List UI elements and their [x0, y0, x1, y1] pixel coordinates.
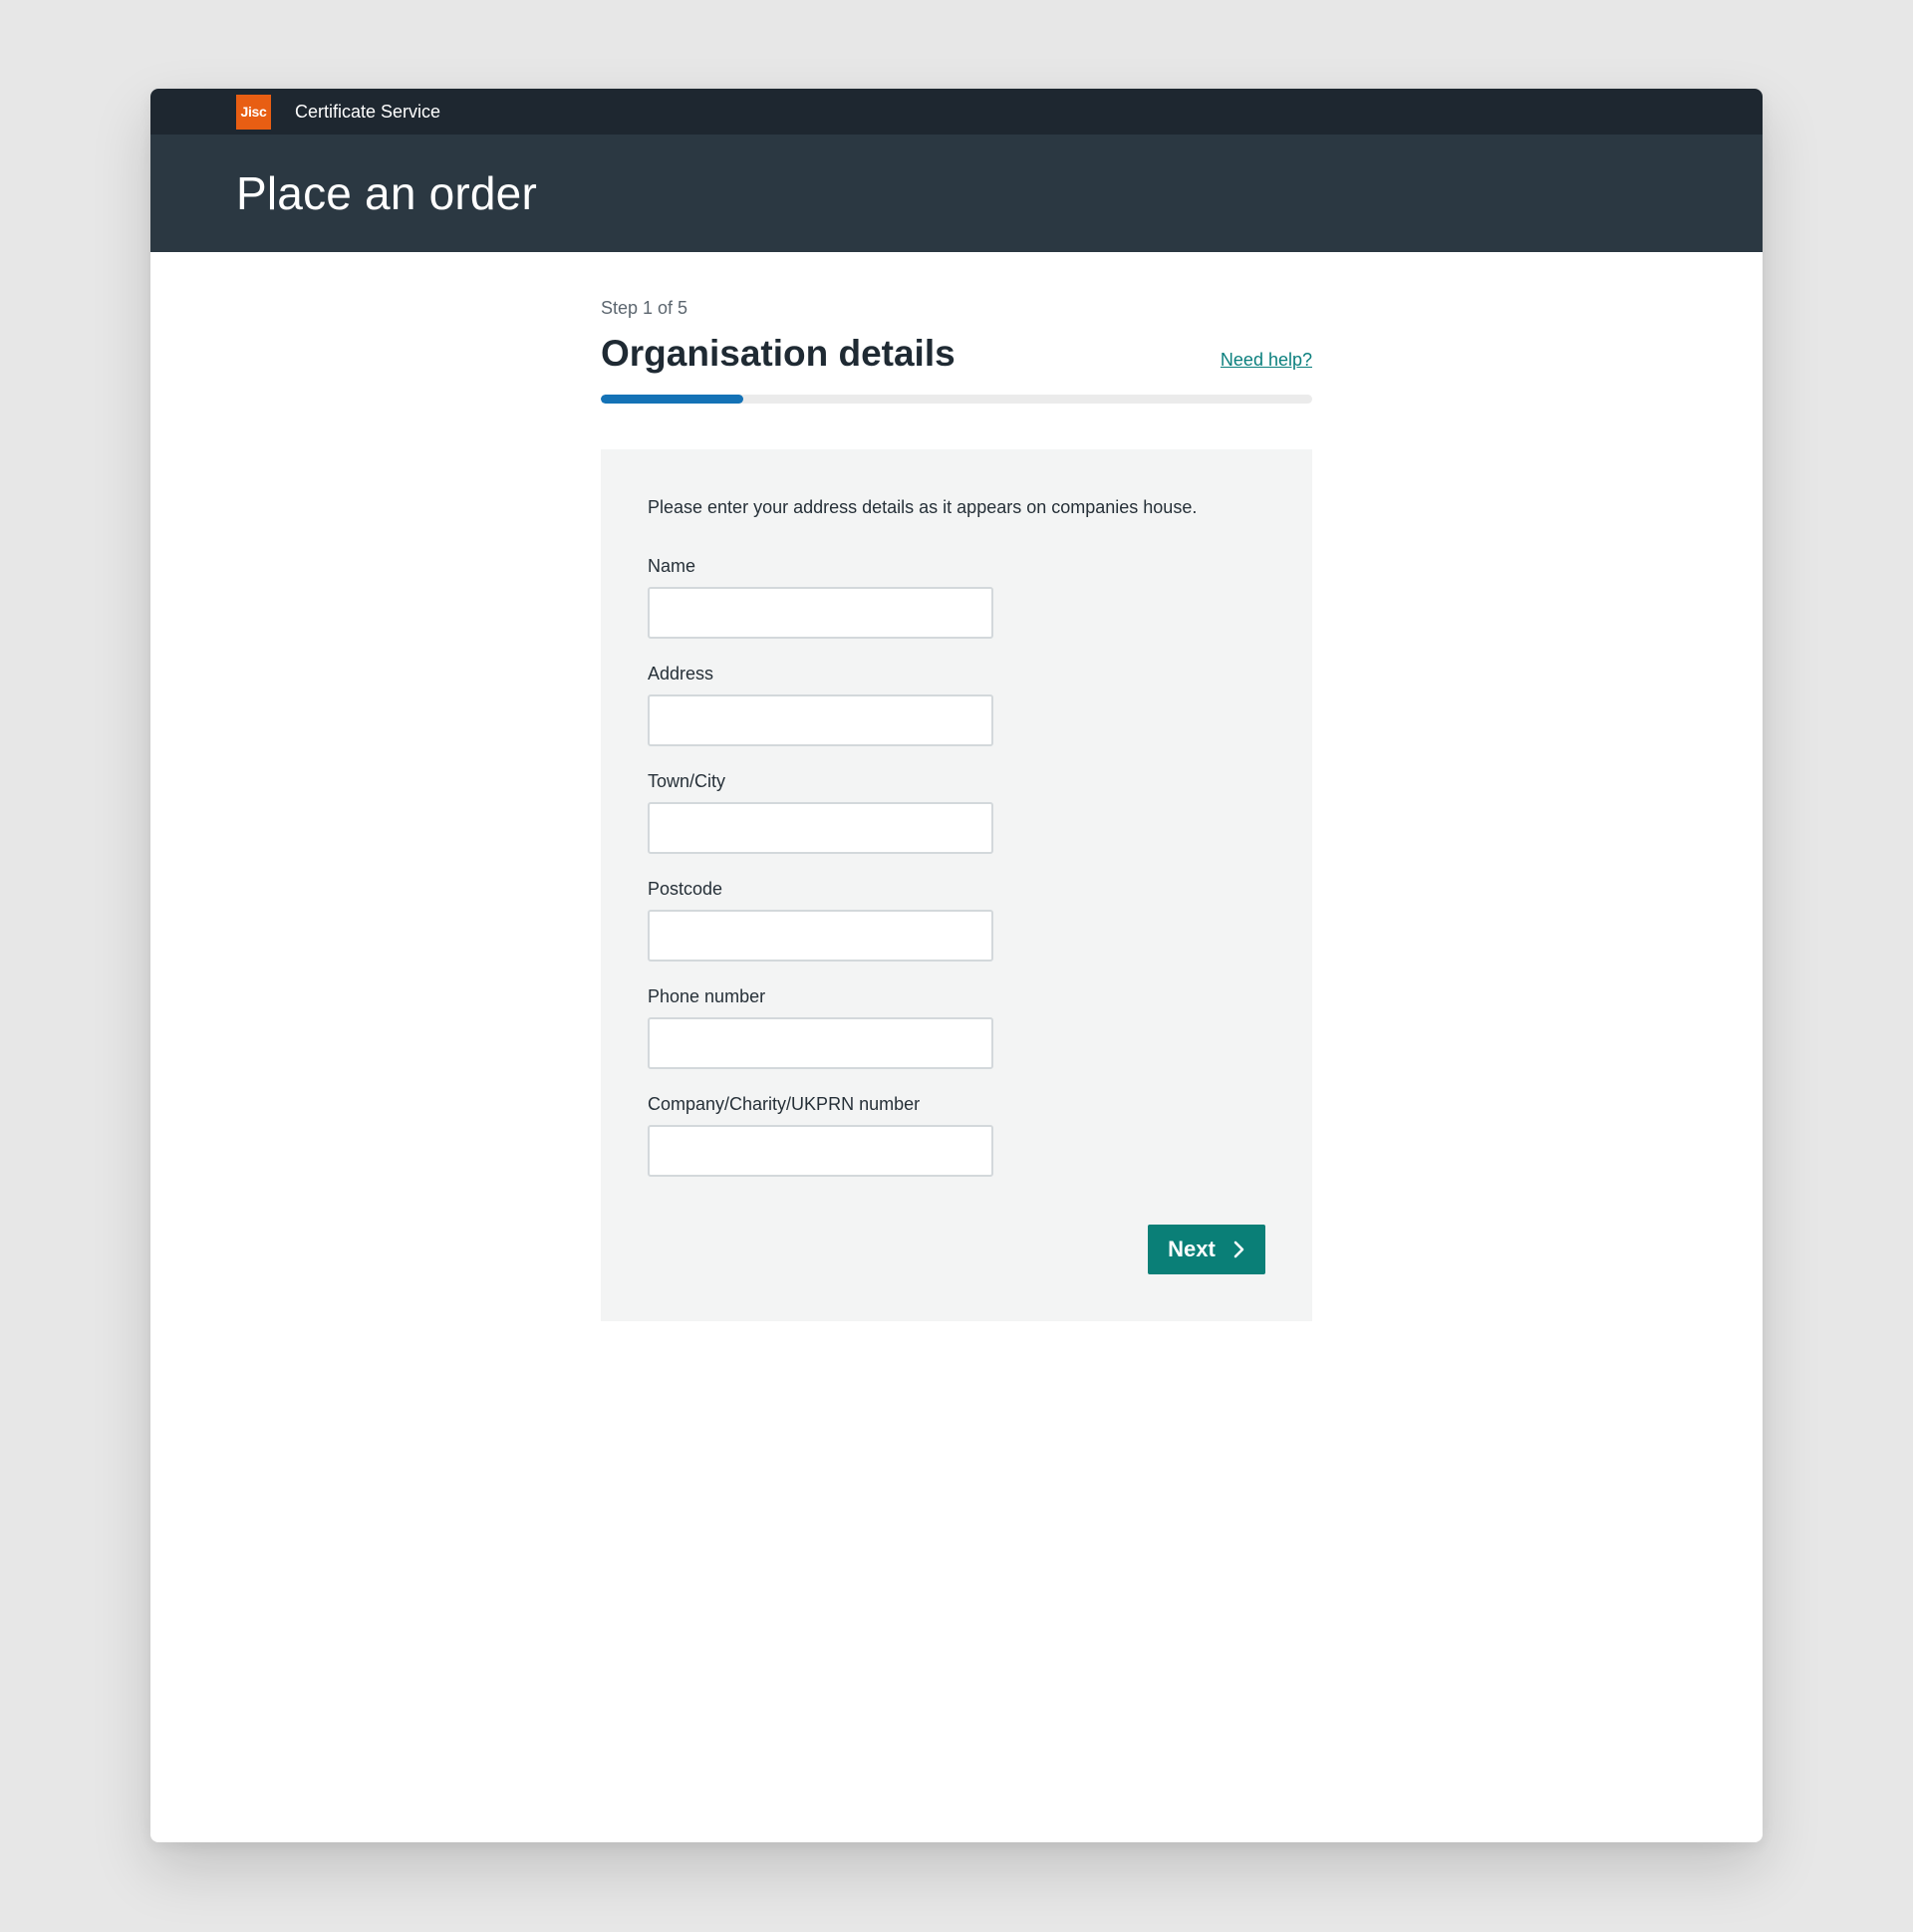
name-input[interactable] [648, 587, 993, 639]
company-number-field-group: Company/Charity/UKPRN number [648, 1094, 1265, 1177]
town-city-label: Town/City [648, 771, 726, 791]
address-label: Address [648, 664, 714, 684]
service-name[interactable]: Certificate Service [295, 102, 440, 123]
postcode-input[interactable] [648, 910, 993, 962]
phone-field-group: Phone number [648, 986, 1265, 1069]
name-label: Name [648, 556, 696, 576]
form-intro: Please enter your address details as it … [648, 497, 1198, 517]
postcode-field-group: Postcode [648, 879, 1265, 962]
section-header: Organisation details Need help? [601, 333, 1312, 375]
section-title: Organisation details [601, 333, 956, 374]
progress-bar [601, 395, 1312, 404]
top-bar: Jisc Certificate Service [150, 89, 1763, 135]
phone-label: Phone number [648, 986, 766, 1006]
next-button[interactable]: Next [1148, 1225, 1265, 1274]
town-city-input[interactable] [648, 802, 993, 854]
chevron-right-icon [1233, 1241, 1245, 1258]
next-button-label: Next [1168, 1237, 1216, 1261]
progress-fill [601, 395, 743, 404]
app-window: Jisc Certificate Service Place an order … [150, 89, 1763, 1842]
town-city-field-group: Town/City [648, 771, 1265, 854]
step-indicator: Step 1 of 5 [601, 298, 688, 318]
jisc-logo[interactable]: Jisc [236, 94, 271, 130]
name-field-group: Name [648, 556, 1265, 639]
phone-input[interactable] [648, 1017, 993, 1069]
main-content: Step 1 of 5 Organisation details Need he… [601, 298, 1312, 1321]
address-input[interactable] [648, 694, 993, 746]
address-field-group: Address [648, 664, 1265, 746]
page-header: Place an order [150, 135, 1763, 252]
company-number-input[interactable] [648, 1125, 993, 1177]
page-title: Place an order [236, 167, 537, 219]
need-help-link[interactable]: Need help? [1221, 350, 1312, 371]
form-panel: Please enter your address details as it … [601, 449, 1312, 1321]
company-number-label: Company/Charity/UKPRN number [648, 1094, 921, 1114]
postcode-label: Postcode [648, 879, 723, 899]
